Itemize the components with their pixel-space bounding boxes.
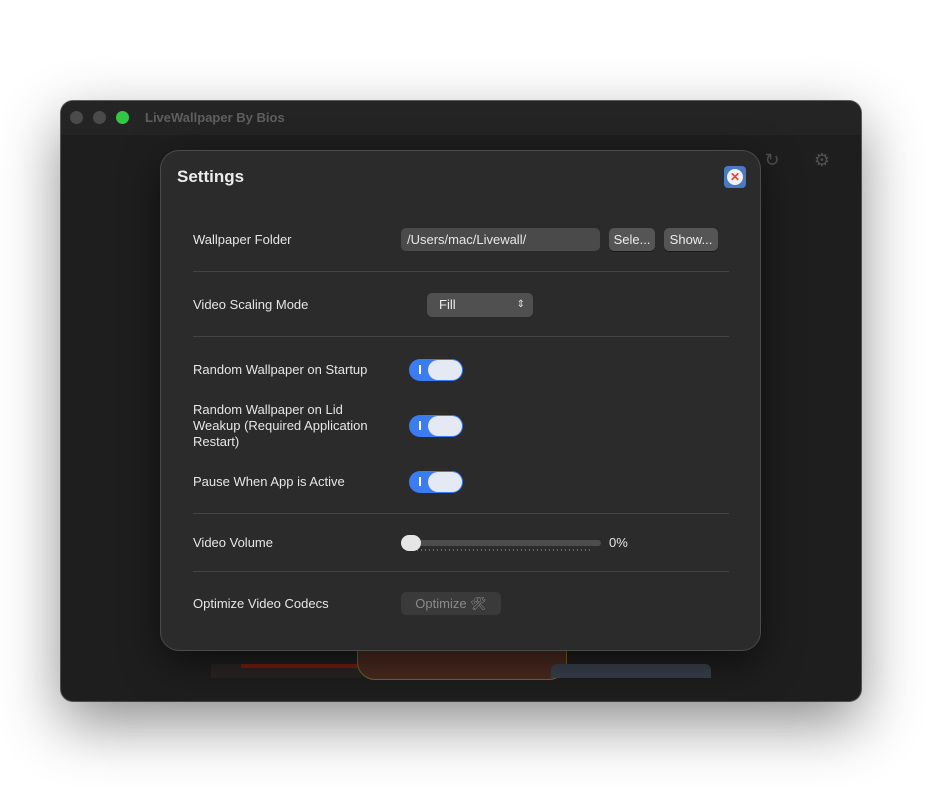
window-zoom-button[interactable] <box>116 111 129 124</box>
video-volume-label: Video Volume <box>193 535 273 550</box>
pause-active-toggle[interactable] <box>409 471 463 493</box>
hammer-wrench-icon: 🛠 <box>470 596 487 611</box>
video-scaling-value: Fill <box>439 297 456 312</box>
refresh-icon[interactable]: ↻ <box>759 147 785 173</box>
select-folder-button[interactable]: Sele... <box>609 228 655 251</box>
divider <box>193 336 729 337</box>
slider-knob[interactable] <box>401 535 421 551</box>
video-scaling-label: Video Scaling Mode <box>193 297 309 312</box>
window-title: LiveWallpaper By Bios <box>145 110 285 125</box>
divider <box>193 571 729 572</box>
title-bar[interactable]: LiveWallpaper By Bios <box>61 101 861 135</box>
wallpaper-thumbnail[interactable] <box>211 664 361 678</box>
wallpaper-folder-path-field[interactable]: /Users/mac/Livewall/ <box>401 228 600 251</box>
optimize-codecs-label: Optimize Video Codecs <box>193 596 329 611</box>
wallpaper-thumbnail-selected[interactable] <box>357 646 567 680</box>
close-settings-button[interactable]: ✕ <box>724 166 746 188</box>
pause-active-label: Pause When App is Active <box>193 474 345 489</box>
random-startup-label: Random Wallpaper on Startup <box>193 362 368 377</box>
random-lid-toggle[interactable] <box>409 415 463 437</box>
video-scaling-select[interactable]: Fill ⇕ <box>427 293 533 317</box>
window-close-button[interactable] <box>70 111 83 124</box>
random-lid-label: Random Wallpaper on Lid Weakup (Required… <box>193 402 368 449</box>
video-volume-value: 0% <box>609 535 628 550</box>
optimize-button[interactable]: Optimize 🛠 <box>401 592 501 615</box>
show-folder-button[interactable]: Show... <box>664 228 718 251</box>
divider <box>193 513 729 514</box>
close-icon: ✕ <box>727 169 743 185</box>
window-minimize-button[interactable] <box>93 111 106 124</box>
wallpaper-thumbnail[interactable] <box>551 664 711 678</box>
settings-gear-icon[interactable]: ⚙ <box>809 147 835 173</box>
wallpaper-folder-label: Wallpaper Folder <box>193 232 292 247</box>
settings-title: Settings <box>177 167 245 186</box>
video-volume-slider[interactable] <box>401 535 602 551</box>
chevron-updown-icon: ⇕ <box>516 299 525 310</box>
random-startup-toggle[interactable] <box>409 359 463 381</box>
divider <box>193 271 729 272</box>
settings-sheet: Settings ✕ Wallpaper Folder /Users/mac/L… <box>161 151 760 650</box>
